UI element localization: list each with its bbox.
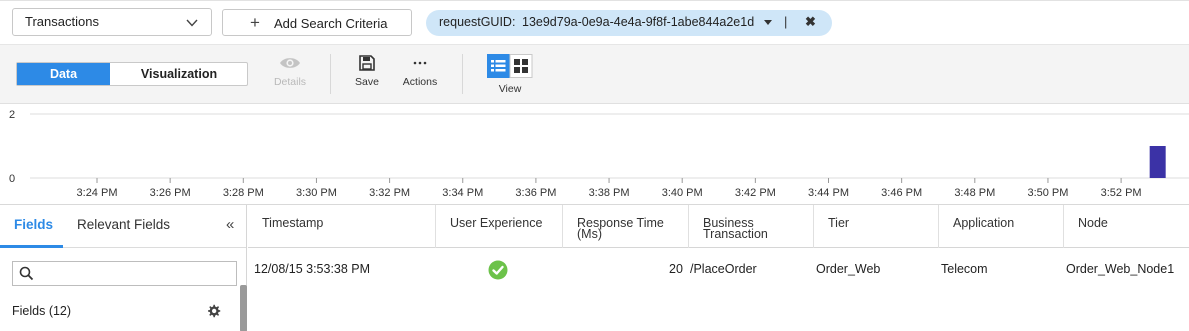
top-divider	[0, 0, 1189, 1]
column-header-application[interactable]: Application	[938, 205, 1063, 248]
caret-down-icon[interactable]	[764, 20, 772, 25]
check-circle-icon	[488, 260, 508, 280]
x-tick-label: 3:44 PM	[808, 187, 849, 199]
cell-node: Order_Web_Node1	[1066, 262, 1175, 276]
search-bar: Transactions + Add Search Criteria reque…	[0, 0, 1189, 44]
column-header-node[interactable]: Node	[1063, 205, 1189, 248]
column-header-tier[interactable]: Tier	[813, 205, 938, 248]
entity-select[interactable]: Transactions	[12, 8, 212, 36]
x-tick-label: 3:24 PM	[77, 187, 118, 199]
details-label: Details	[273, 76, 307, 88]
cell-business-transaction: /PlaceOrder	[690, 262, 757, 276]
view-button[interactable]: View	[487, 54, 533, 95]
cell-response-time: 20	[669, 262, 683, 276]
x-tick-label: 3:52 PM	[1101, 187, 1142, 199]
tab-relevant-fields[interactable]: Relevant Fields	[77, 217, 170, 232]
column-header-business-transaction[interactable]: Business Transaction	[688, 205, 813, 248]
x-tick-label: 3:42 PM	[735, 187, 776, 199]
x-tick-label: 3:26 PM	[150, 187, 191, 199]
entity-select-value: Transactions	[25, 14, 99, 29]
x-tick-label: 3:40 PM	[662, 187, 703, 199]
column-header-response-time[interactable]: Response Time (Ms)	[562, 205, 688, 248]
column-header-timestamp[interactable]: Timestamp	[248, 205, 435, 248]
fields-panel: Fields Relevant Fields « Fields (12)	[0, 205, 247, 331]
x-tick-label: 3:28 PM	[223, 187, 264, 199]
chip-key: requestGUID:	[439, 15, 516, 29]
more-horizontal-icon	[413, 61, 427, 65]
view-layout-icon	[487, 54, 533, 78]
y-tick-label: 2	[9, 109, 15, 121]
fields-scrollbar[interactable]	[240, 285, 247, 331]
double-chevron-left-icon[interactable]: «	[226, 216, 234, 233]
fields-count-label: Fields (12)	[12, 304, 72, 318]
plus-icon: +	[250, 13, 260, 32]
x-tick-label: 3:48 PM	[954, 187, 995, 199]
x-tick-label: 3:50 PM	[1027, 187, 1068, 199]
cell-tier: Order_Web	[816, 262, 881, 276]
actions-label: Actions	[402, 76, 438, 88]
results-table: Timestamp User Experience Response Time …	[248, 205, 1189, 331]
data-visualization-toggle: Data Visualization	[16, 62, 248, 86]
x-tick-label: 3:30 PM	[296, 187, 337, 199]
eye-icon	[280, 58, 300, 68]
results-area: Fields Relevant Fields « Fields (12) Tim…	[0, 204, 1189, 331]
histogram-chart: 2 0 3:24 PM 3:26 PM 3:28 PM 3:30 PM 3:32 PM 3:3…	[0, 104, 1189, 204]
toolbar-divider	[330, 54, 331, 94]
close-icon[interactable]: ✖	[805, 14, 816, 30]
actions-button[interactable]: Actions	[400, 55, 440, 88]
search-icon	[19, 266, 34, 281]
chevron-down-icon	[186, 19, 198, 27]
toolbar: Data Visualization Details Save Actions	[0, 44, 1189, 104]
tab-visualization[interactable]: Visualization	[110, 63, 248, 85]
toolbar-divider	[462, 54, 463, 94]
x-tick-label: 3:38 PM	[589, 187, 630, 199]
histogram-svg: 2 0 3:24 PM 3:26 PM 3:28 PM 3:30 PM 3:32 PM 3:3…	[9, 109, 1189, 199]
x-tick-label: 3:34 PM	[442, 187, 483, 199]
save-button[interactable]: Save	[352, 55, 382, 88]
details-button[interactable]: Details	[270, 55, 310, 88]
active-tab-indicator	[0, 245, 63, 248]
chip-value: 13e9d79a-0e9a-4e4a-9f8f-1abe844a2e1d	[522, 15, 755, 29]
fields-search-input[interactable]	[12, 261, 237, 286]
column-header-user-experience[interactable]: User Experience	[435, 205, 562, 248]
x-tick-label: 3:46 PM	[881, 187, 922, 199]
y-tick-label: 0	[9, 173, 15, 185]
search-criteria-chip[interactable]: requestGUID: 13e9d79a-0e9a-4e4a-9f8f-1ab…	[426, 10, 832, 36]
tab-fields[interactable]: Fields	[14, 217, 53, 232]
add-search-criteria-button[interactable]: + Add Search Criteria	[222, 9, 412, 36]
gear-icon[interactable]	[206, 304, 221, 319]
x-tick-label: 3:32 PM	[369, 187, 410, 199]
histogram-bar	[1149, 146, 1166, 178]
cell-application: Telecom	[941, 262, 988, 276]
table-header: Timestamp User Experience Response Time …	[248, 205, 1189, 248]
save-label: Save	[355, 76, 379, 88]
tab-data[interactable]: Data	[17, 63, 110, 85]
chip-separator: |	[784, 14, 788, 29]
save-icon	[359, 55, 375, 71]
add-search-criteria-label: Add Search Criteria	[274, 16, 388, 31]
view-label: View	[498, 83, 522, 95]
x-tick-label: 3:36 PM	[515, 187, 556, 199]
cell-timestamp: 12/08/15 3:53:38 PM	[254, 262, 371, 276]
